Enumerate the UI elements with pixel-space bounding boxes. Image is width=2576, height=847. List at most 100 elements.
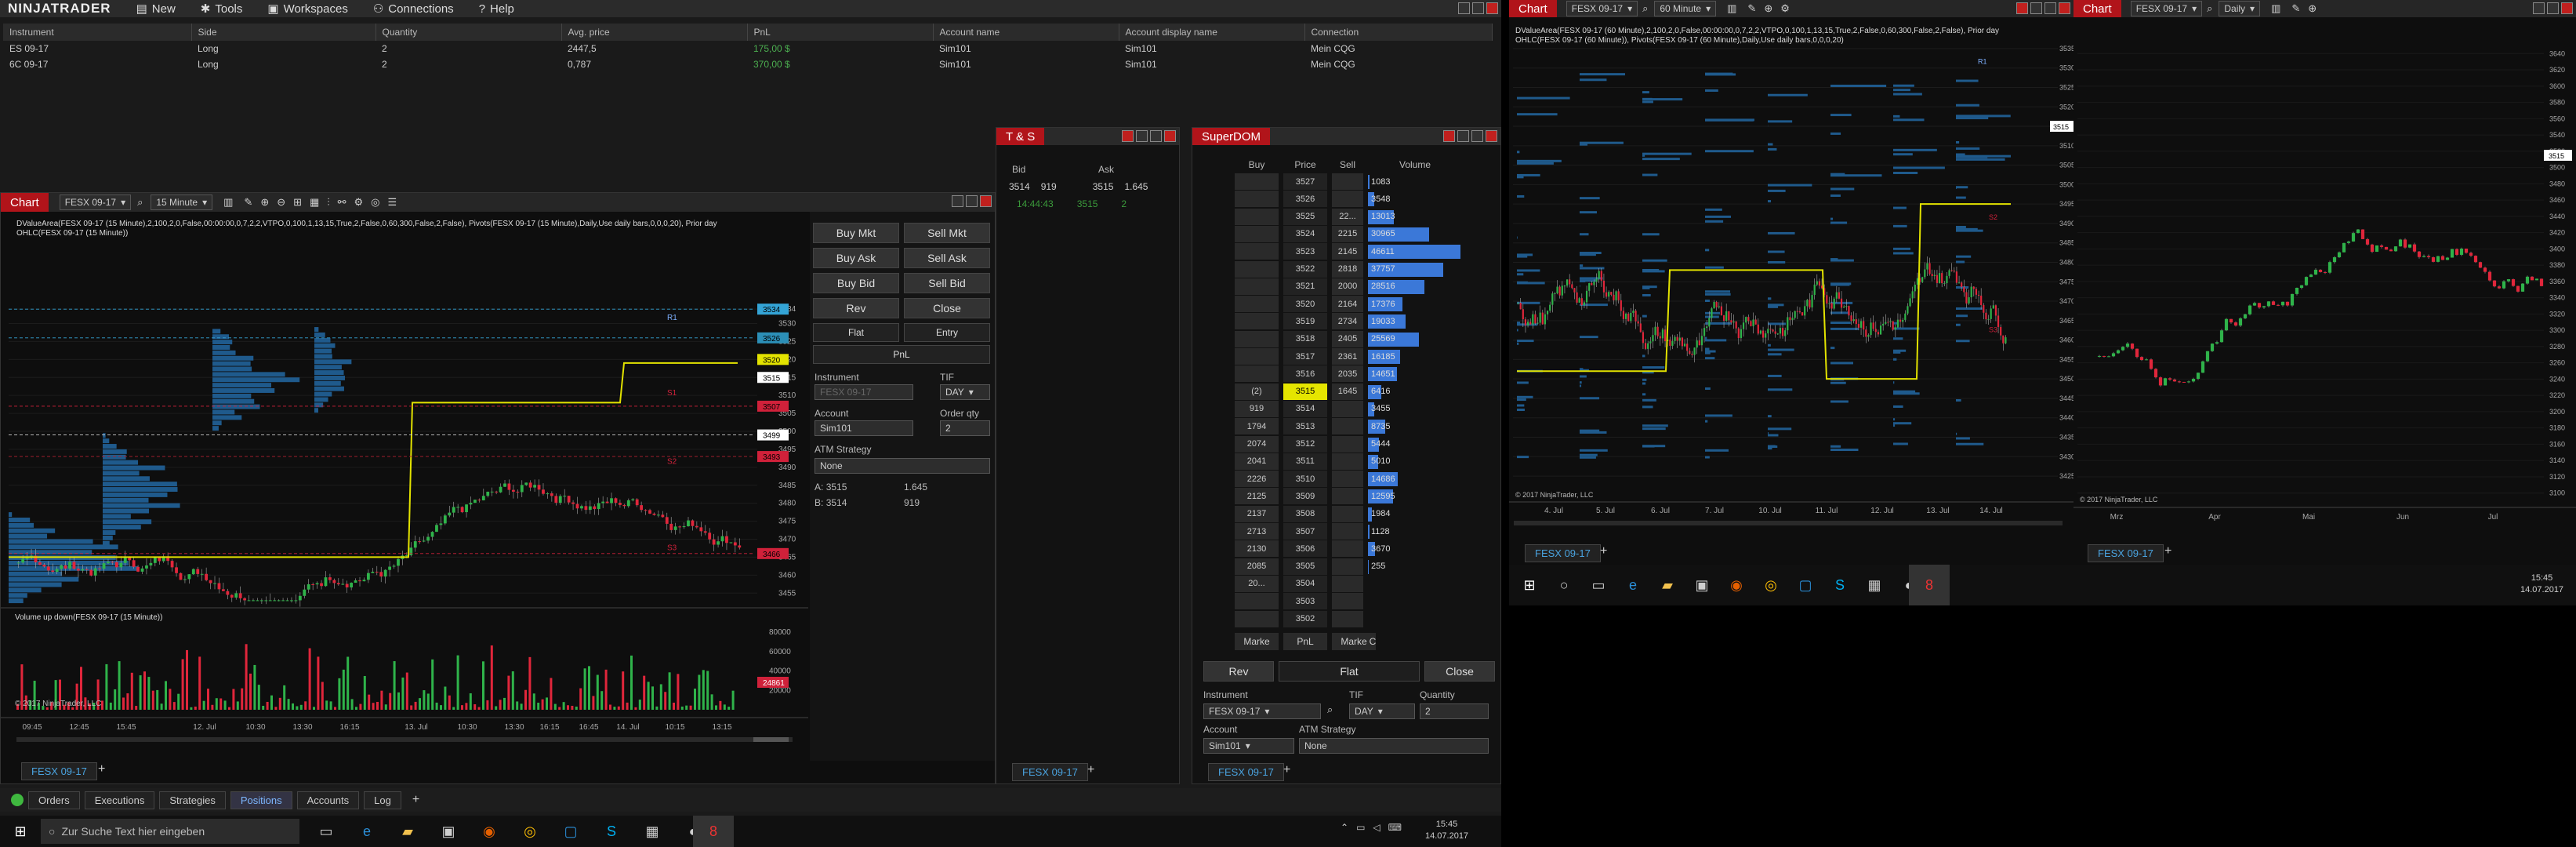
- volume-icon[interactable]: ◁: [1373, 822, 1380, 833]
- flat-button[interactable]: Flat: [813, 323, 899, 342]
- dom-sell-cell[interactable]: [1332, 575, 1363, 592]
- store-icon[interactable]: ▣: [428, 816, 469, 847]
- col-account-display[interactable]: Account display name: [1119, 24, 1305, 41]
- minimize-button[interactable]: [2030, 2, 2042, 14]
- dom-sell-cell[interactable]: 2734: [1332, 313, 1363, 330]
- sell-ask-button[interactable]: Sell Ask: [904, 248, 990, 268]
- dom-instrument-select[interactable]: FESX 09-17 ▾: [1203, 703, 1321, 719]
- dom-buy-cell[interactable]: [1235, 348, 1279, 365]
- price-chart-daily[interactable]: 3640362036003580356035403520350034803460…: [2073, 17, 2576, 543]
- dom-price-cell[interactable]: 3507: [1283, 523, 1327, 540]
- bar-type-icon[interactable]: ▥: [2271, 2, 2280, 15]
- col-side[interactable]: Side: [191, 24, 376, 41]
- dom-buy-cell[interactable]: [1235, 208, 1279, 225]
- atm-select[interactable]: None: [815, 458, 990, 474]
- tab-strategies[interactable]: Strategies: [159, 791, 226, 809]
- dom-sell-cell[interactable]: [1332, 540, 1363, 558]
- dom-price-cell[interactable]: 3518: [1283, 330, 1327, 347]
- dom-buy-cell[interactable]: 2713: [1235, 523, 1279, 540]
- dom-price-cell[interactable]: 3514: [1283, 400, 1327, 417]
- sell-bid-button[interactable]: Sell Bid: [904, 273, 990, 293]
- buy-mkt-button[interactable]: Buy Mkt: [813, 223, 899, 243]
- col-instrument[interactable]: Instrument: [3, 24, 192, 41]
- dom-price-cell[interactable]: 3511: [1283, 453, 1327, 470]
- chevron-up-icon[interactable]: ⌃: [1341, 822, 1348, 833]
- dom-sell-cell[interactable]: 2405: [1332, 330, 1363, 347]
- bar-type-icon[interactable]: ▥: [223, 196, 233, 209]
- dom-price-cell[interactable]: 3508: [1283, 505, 1327, 522]
- dom-price-cell[interactable]: 3516: [1283, 365, 1327, 383]
- maximize-button[interactable]: [1471, 130, 1483, 142]
- close-position-button[interactable]: Close: [904, 298, 990, 318]
- ninjatrader-taskbar-icon[interactable]: 8: [1909, 565, 1950, 605]
- language-icon[interactable]: ⌨: [1388, 822, 1402, 833]
- strategies-icon[interactable]: ⚯: [338, 196, 346, 209]
- dom-sell-cell[interactable]: 2035: [1332, 365, 1363, 383]
- zoom-in-icon[interactable]: ⊕: [2308, 2, 2317, 15]
- minimize-button[interactable]: [1458, 2, 1470, 14]
- dom-price-cell[interactable]: 3522: [1283, 260, 1327, 278]
- price-chart-60min[interactable]: 3535 3530 3525 3520 3515 3510 3505 3500 3495 3490…: [1509, 17, 2073, 543]
- add-tab-button[interactable]: +: [1087, 763, 1094, 777]
- maximize-button[interactable]: [1150, 130, 1162, 142]
- dom-buy-cell[interactable]: [1235, 296, 1279, 313]
- close-button[interactable]: [2059, 2, 2070, 14]
- dom-atm-select[interactable]: None: [1299, 738, 1489, 754]
- dom-sell-cell[interactable]: 2164: [1332, 296, 1363, 313]
- dom-sell-cell[interactable]: [1332, 558, 1363, 575]
- instrument-selector[interactable]: FESX 09-17 ▾: [59, 194, 132, 210]
- dom-sell-cell[interactable]: [1332, 488, 1363, 505]
- tab-positions[interactable]: Positions: [230, 791, 292, 809]
- dom-buy-cell[interactable]: (2): [1235, 383, 1279, 400]
- interval-selector[interactable]: 60 Minute ▾: [1654, 1, 1717, 16]
- close-button[interactable]: [1122, 130, 1134, 142]
- dom-qty-stepper[interactable]: 2: [1420, 703, 1489, 719]
- ninjatrader-taskbar-icon[interactable]: 8: [693, 816, 734, 847]
- draw-icon[interactable]: ✎: [244, 196, 252, 209]
- table-row[interactable]: 6C 09-17 Long 2 0,787 370,00 $ Sim101 Sim101 Me…: [3, 56, 1493, 72]
- properties-icon[interactable]: ⚙: [354, 196, 363, 209]
- volume-header[interactable]: Volume: [1368, 159, 1462, 170]
- dom-price-cell[interactable]: 3524: [1283, 225, 1327, 242]
- close-button[interactable]: [1486, 2, 1498, 14]
- search-icon[interactable]: ⌕: [1327, 703, 1333, 716]
- dom-buy-cell[interactable]: [1235, 610, 1279, 627]
- buy-bid-button[interactable]: Buy Bid: [813, 273, 899, 293]
- dom-price-cell[interactable]: 3526: [1283, 191, 1327, 208]
- dom-bottom-button[interactable]: C: [1365, 633, 1381, 650]
- dom-buy-cell[interactable]: [1235, 173, 1279, 190]
- add-tab-button[interactable]: +: [1600, 544, 1607, 558]
- dom-price-cell[interactable]: 3512: [1283, 435, 1327, 453]
- chart-tab-fesx[interactable]: FESX 09-17: [1525, 544, 1601, 562]
- dom-account-select[interactable]: Sim101 ▾: [1203, 738, 1294, 754]
- dom-sell-cell[interactable]: [1332, 191, 1363, 208]
- buy-ask-button[interactable]: Buy Ask: [813, 248, 899, 268]
- instrument-selector[interactable]: FESX 09-17 ▾: [1566, 1, 1638, 16]
- close-button[interactable]: [1164, 130, 1176, 142]
- zoom-in-icon[interactable]: ⊕: [260, 196, 269, 209]
- dom-buy-cell[interactable]: 2226: [1235, 471, 1279, 488]
- dom-sell-cell[interactable]: [1332, 173, 1363, 190]
- close-button[interactable]: [1443, 130, 1455, 142]
- chrome-icon[interactable]: ◎: [510, 816, 550, 847]
- dom-sell-cell[interactable]: 2000: [1332, 278, 1363, 295]
- ts-tab[interactable]: FESX 09-17: [1012, 763, 1088, 781]
- windows-start-icon[interactable]: ⊞: [0, 816, 41, 847]
- add-tab-button[interactable]: +: [2164, 544, 2171, 558]
- dom-price-cell[interactable]: 3527: [1283, 173, 1327, 190]
- col-avgprice[interactable]: Avg. price: [561, 24, 748, 41]
- menu-help[interactable]: ? Help: [479, 2, 514, 16]
- col-pnl[interactable]: PnL: [747, 24, 934, 41]
- network-icon[interactable]: ▭: [1356, 822, 1365, 833]
- interval-selector[interactable]: Daily ▾: [2219, 1, 2261, 16]
- close-button[interactable]: [1486, 130, 1497, 142]
- account-select[interactable]: Sim101: [815, 420, 913, 436]
- qty-stepper[interactable]: 2: [940, 420, 990, 436]
- dom-buy-cell[interactable]: [1235, 260, 1279, 278]
- minimize-button[interactable]: [1136, 130, 1148, 142]
- dom-price-cell[interactable]: 3515: [1283, 383, 1327, 400]
- dom-flat-button[interactable]: Flat: [1279, 661, 1420, 682]
- entry-button[interactable]: Entry: [904, 323, 990, 342]
- add-tab-button[interactable]: +: [412, 793, 419, 807]
- dom-sell-cell[interactable]: [1332, 471, 1363, 488]
